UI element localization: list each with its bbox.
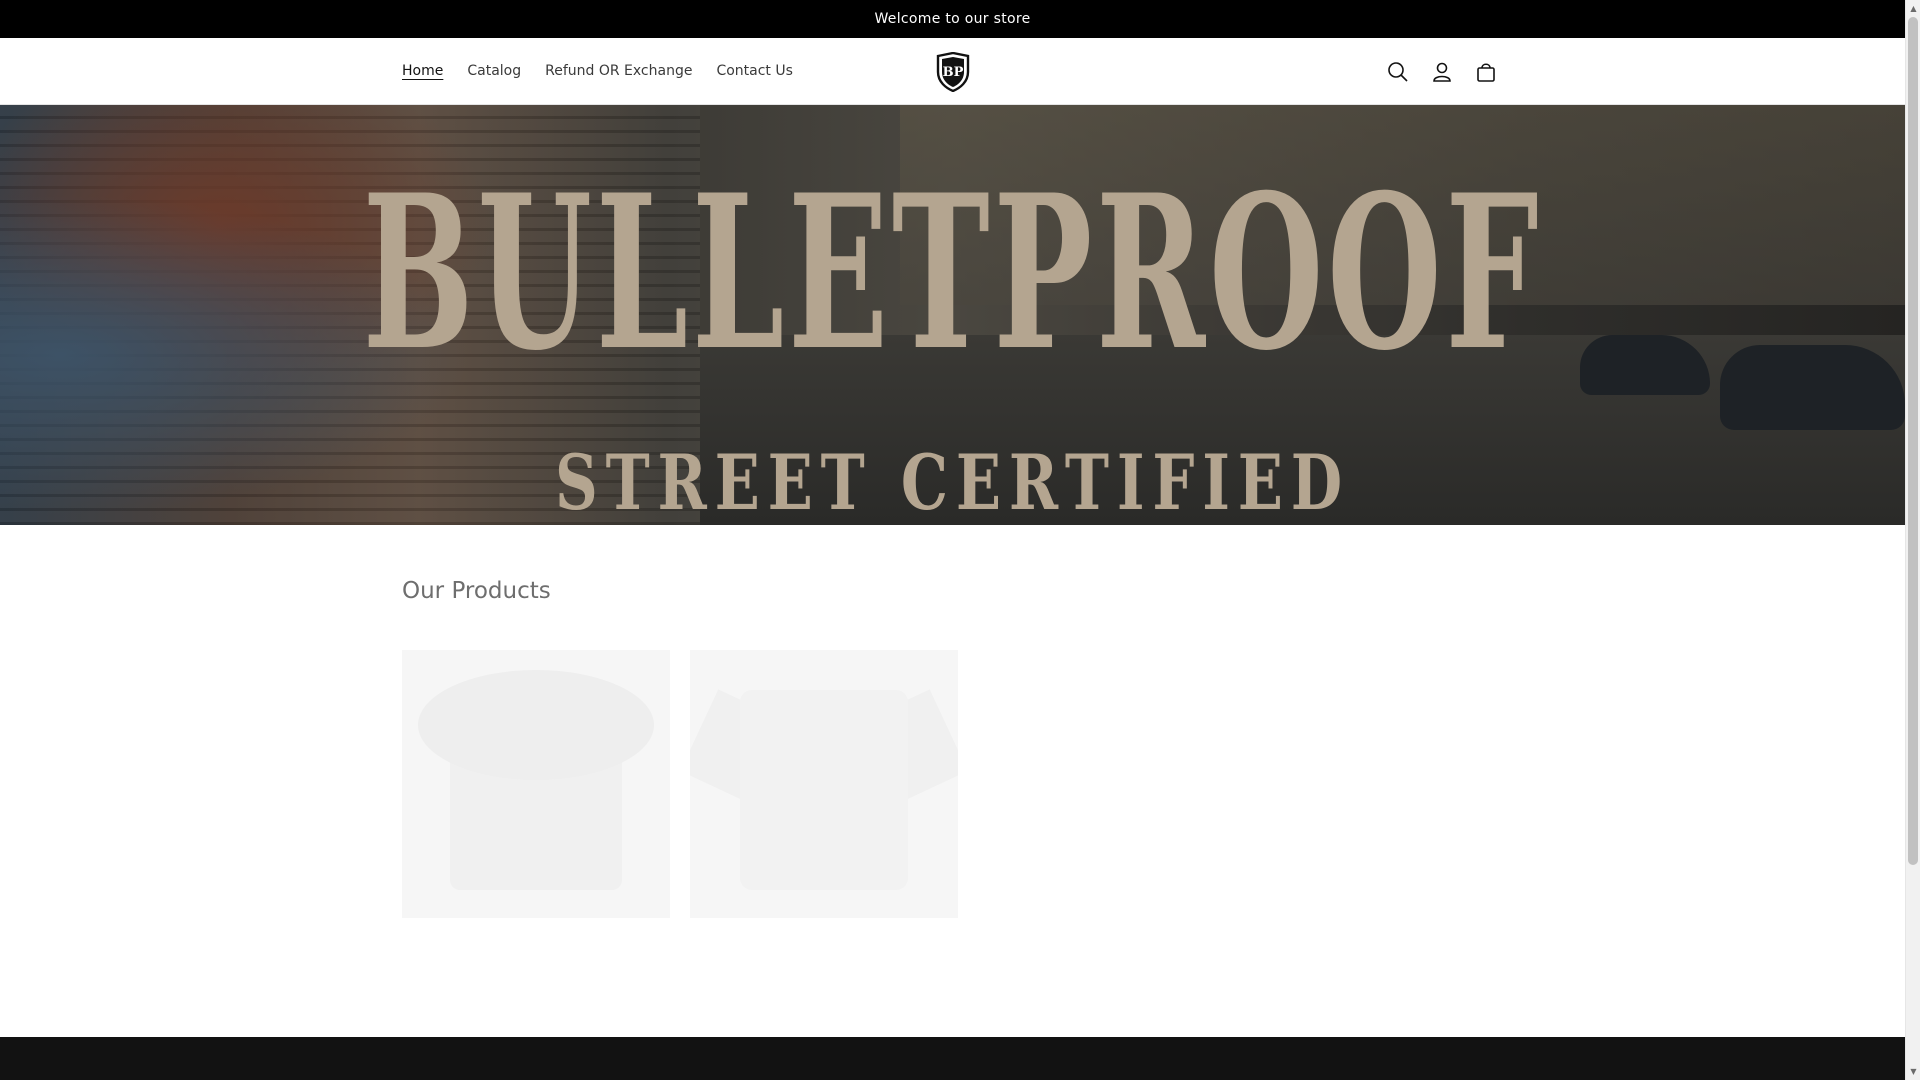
site-footer <box>0 1037 1905 1080</box>
logo-text: BP <box>943 65 964 80</box>
header-icons <box>1376 38 1508 105</box>
cart-icon[interactable] <box>1464 50 1508 94</box>
announcement-text: Welcome to our store <box>874 11 1031 27</box>
product-card-tshirt[interactable] <box>690 650 958 940</box>
main-nav: Home Catalog Refund OR Exchange Contact … <box>390 38 805 105</box>
product-image-hat[interactable] <box>402 650 670 918</box>
nav-item-catalog[interactable]: Catalog <box>455 38 533 105</box>
hat-brim <box>418 670 654 780</box>
store-logo[interactable]: BP <box>934 51 972 93</box>
product-grid <box>402 650 958 940</box>
product-card-hat[interactable] <box>402 650 670 940</box>
hero-subtitle: STREET CERTIFIED <box>555 438 1350 525</box>
hero-title: BULLETPROOF <box>362 148 1543 397</box>
page-scrollbar[interactable]: ▲ ▼ <box>1905 0 1920 1080</box>
announcement-bar: Welcome to our store <box>0 0 1905 38</box>
scroll-thumb[interactable] <box>1908 17 1918 865</box>
hero-banner: BULLETPROOF STREET CERTIFIED <box>0 105 1905 525</box>
nav-item-home[interactable]: Home <box>390 38 455 105</box>
scroll-down-arrow-icon[interactable]: ▼ <box>1906 1063 1920 1080</box>
product-image-tshirt[interactable] <box>690 650 958 918</box>
products-heading: Our Products <box>402 578 551 604</box>
shirt-body <box>740 690 908 890</box>
search-icon[interactable] <box>1376 50 1420 94</box>
nav-item-contact-us[interactable]: Contact Us <box>704 38 804 105</box>
account-icon[interactable] <box>1420 50 1464 94</box>
hero-car-1 <box>1580 335 1710 395</box>
scroll-up-arrow-icon[interactable]: ▲ <box>1906 0 1920 17</box>
hero-car-2 <box>1720 345 1905 430</box>
site-header: Home Catalog Refund OR Exchange Contact … <box>0 38 1905 105</box>
nav-item-refund-exchange[interactable]: Refund OR Exchange <box>533 38 704 105</box>
